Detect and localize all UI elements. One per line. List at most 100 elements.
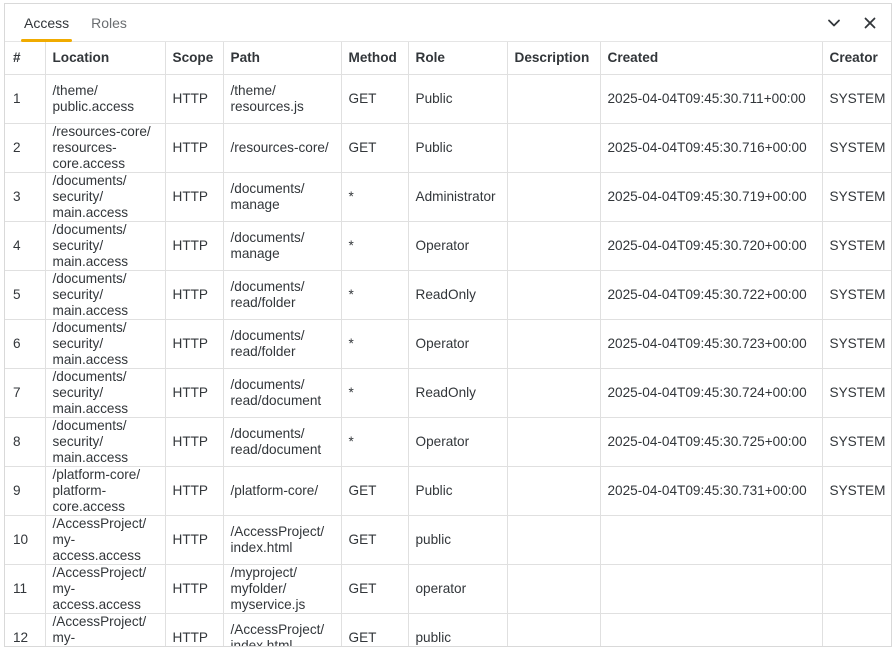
cell-scope: HTTP [164,465,224,516]
cell-path: /AccessProject/index.html [222,612,342,646]
table-row[interactable]: 11/AccessProject/my-access.access HTTP/my… [5,563,891,614]
table-row[interactable]: 10/AccessProject/my-access.access HTTP/Ac… [5,514,891,565]
cell-created [599,514,823,565]
cell-created: 2025-04-04T09:45:30.719+00:00 [599,171,823,222]
table-row[interactable]: 3/documents/security/main.access HTTP/doc… [5,171,891,222]
cell-num: 9 [5,465,46,516]
cell-creator: SYSTEM [821,367,891,418]
table-row[interactable]: 1/theme/public.access HTTP/theme/resource… [5,73,891,124]
cell-method: * [340,171,409,222]
cell-creator: SYSTEM [821,318,891,369]
cell-num: 4 [5,220,46,271]
cell-creator: SYSTEM [821,220,891,271]
cell-location: /platform-core/platform-core.access [44,465,166,516]
table-row[interactable]: 12/AccessProject/my-access.accessHTTP/Ac… [5,612,891,646]
cell-role: Operator [407,416,508,467]
cell-path: /documents/manage [222,220,342,271]
cell-path: /myproject/myfolder/myservice.js [222,563,342,614]
cell-method: GET [340,73,409,124]
cell-role: public [407,612,508,646]
cell-created: 2025-04-04T09:45:30.711+00:00 [599,73,823,124]
cell-created [599,563,823,614]
cell-path: /documents/read/folder [222,269,342,320]
cell-path: /AccessProject/index.html [222,514,342,565]
tab-roles[interactable]: Roles [80,4,138,41]
cell-method: GET [340,612,409,646]
cell-description [506,269,601,320]
cell-num: 11 [5,563,46,614]
cell-num: 7 [5,367,46,418]
table-row[interactable]: 4/documents/security/main.access HTTP/doc… [5,220,891,271]
cell-role: Public [407,465,508,516]
cell-method: GET [340,563,409,614]
column-header-creator[interactable]: Creator [821,42,891,75]
table-row[interactable]: 7/documents/security/main.access HTTP/doc… [5,367,891,418]
table-row[interactable]: 5/documents/security/main.access HTTP/doc… [5,269,891,320]
cell-description [506,220,601,271]
cell-role: operator [407,563,508,614]
cell-scope: HTTP [164,220,224,271]
cell-role: Operator [407,318,508,369]
tab-access[interactable]: Access [13,4,80,42]
cell-location: /documents/security/main.access [44,318,166,369]
tab-bar: Access Roles [5,4,891,42]
cell-method: GET [340,514,409,565]
cell-location: /documents/security/main.access [44,416,166,467]
cell-method: * [340,269,409,320]
table-row[interactable]: 6/documents/security/main.access HTTP/doc… [5,318,891,369]
cell-location: /documents/security/main.access [44,171,166,222]
cell-location: /AccessProject/my-access.access [44,612,166,646]
column-header-method[interactable]: Method [340,42,409,75]
cell-description [506,416,601,467]
cell-created [599,612,823,646]
column-header-role[interactable]: Role [407,42,508,75]
column-header-path[interactable]: Path [222,42,342,75]
cell-path: /documents/read/document [222,416,342,467]
close-icon[interactable] [857,10,883,36]
column-header-description[interactable]: Description [506,42,601,75]
column-header-number[interactable]: # [5,42,46,75]
cell-method: GET [340,122,409,173]
cell-creator: SYSTEM [821,73,891,124]
column-header-created[interactable]: Created [599,42,823,75]
table-row[interactable]: 2/resources-core/resources-core.access HT… [5,122,891,173]
cell-created: 2025-04-04T09:45:30.723+00:00 [599,318,823,369]
cell-scope: HTTP [164,563,224,614]
tab-actions [821,4,883,42]
cell-creator: SYSTEM [821,416,891,467]
cell-role: Public [407,122,508,173]
cell-scope: HTTP [164,367,224,418]
cell-scope: HTTP [164,269,224,320]
cell-description [506,367,601,418]
column-header-location[interactable]: Location [44,42,166,75]
cell-location: /AccessProject/my-access.access [44,563,166,614]
cell-method: * [340,318,409,369]
cell-scope: HTTP [164,73,224,124]
cell-creator: SYSTEM [821,465,891,516]
cell-description [506,514,601,565]
cell-role: Operator [407,220,508,271]
access-table: # Location Scope Path Method Role Descri… [5,42,891,646]
cell-num: 5 [5,269,46,320]
column-header-scope[interactable]: Scope [164,42,224,75]
table-row[interactable]: 8/documents/security/main.access HTTP/doc… [5,416,891,467]
cell-role: ReadOnly [407,367,508,418]
cell-scope: HTTP [164,171,224,222]
cell-method: * [340,416,409,467]
cell-description [506,171,601,222]
cell-description [506,563,601,614]
cell-path: /documents/read/folder [222,318,342,369]
cell-description [506,465,601,516]
cell-creator [821,563,891,614]
cell-role: ReadOnly [407,269,508,320]
cell-created: 2025-04-04T09:45:30.716+00:00 [599,122,823,173]
cell-description [506,73,601,124]
cell-description [506,318,601,369]
cell-scope: HTTP [164,318,224,369]
cell-num: 8 [5,416,46,467]
cell-scope: HTTP [164,612,224,646]
cell-role: public [407,514,508,565]
chevron-down-icon[interactable] [821,10,847,36]
cell-num: 2 [5,122,46,173]
table-row[interactable]: 9/platform-core/platform-core.access HTTP… [5,465,891,516]
